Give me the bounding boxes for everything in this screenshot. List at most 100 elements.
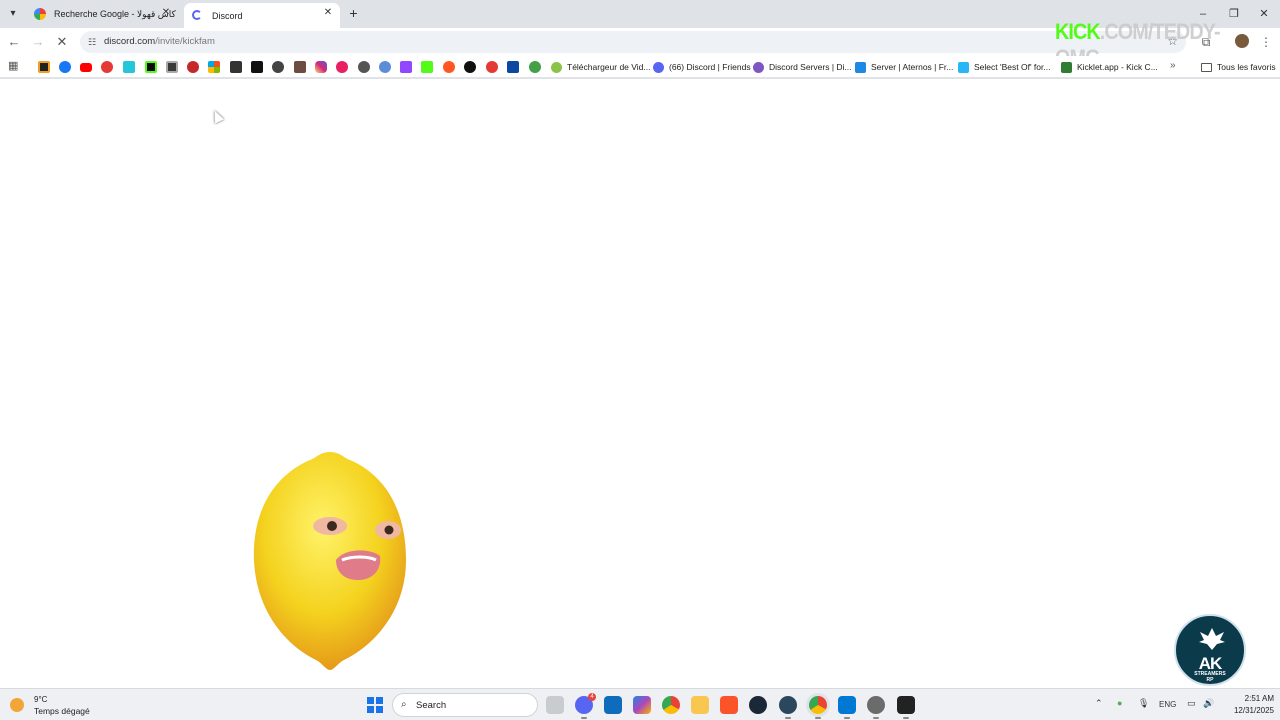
windows-logo-pane [367, 697, 374, 704]
bookmark-g-icon[interactable] [166, 61, 178, 73]
back-button[interactable]: ← [6, 34, 22, 50]
overlay-brand: KICK [1055, 19, 1101, 44]
close-tab-icon[interactable]: ✕ [160, 7, 172, 19]
bookmark-dark-circle-icon[interactable] [464, 61, 476, 73]
bookmark-best-of[interactable]: Select 'Best Of' for... [958, 60, 1050, 74]
steam-icon[interactable] [749, 696, 767, 714]
chrome-taskbar-icon[interactable] [662, 696, 680, 714]
bookmark-discord-friends[interactable]: (66) Discord | Friends [653, 60, 751, 74]
microphone-icon[interactable]: 🎙 [1138, 698, 1149, 709]
twitch-icon[interactable] [400, 61, 412, 73]
bookmark-label: Server | Aternos | Fr... [871, 62, 954, 72]
android-icon [551, 61, 562, 73]
ak-streamers-rp-logo: AK STREAMERS RP [1174, 614, 1246, 686]
loading-spinner-icon [192, 10, 202, 20]
browser-frame: ▾ Recherche Google - كاس قهولا ✕ Discord… [0, 0, 1280, 82]
bookmark-w-icon[interactable] [123, 61, 135, 73]
bow-icon [958, 61, 969, 73]
location-pin-icon[interactable] [358, 61, 370, 73]
bookmark-green-icon[interactable] [529, 61, 541, 73]
more-bookmarks-icon[interactable]: » [1170, 60, 1176, 71]
bookmark-label: Téléchargeur de Vid... [567, 62, 651, 72]
site-info-icon[interactable]: ☷ [86, 36, 98, 48]
bookmarks-bar: ▦ Téléchargeur de Vid... (66) Discord | … [0, 56, 1280, 78]
network-status-icon[interactable]: ● [1117, 698, 1122, 708]
folder-icon [1201, 62, 1212, 72]
bookmark-tiger-icon[interactable] [294, 61, 306, 73]
task-view-icon[interactable] [546, 696, 564, 714]
bookmark-discord-servers[interactable]: Discord Servers | Di... [753, 60, 852, 74]
lemon-character-image [253, 452, 406, 670]
weather-widget[interactable]: 9°C Temps dégagé [10, 693, 100, 717]
app-blue-icon[interactable] [838, 696, 856, 719]
youtube-icon[interactable] [80, 63, 92, 72]
new-tab-button[interactable]: + [346, 6, 361, 21]
url-path: /invite/kickfam [155, 36, 215, 47]
close-tab-icon[interactable]: ✕ [322, 7, 334, 19]
steam-2-icon[interactable] [779, 696, 797, 719]
bookmark-blue-icon[interactable] [507, 61, 519, 73]
discord-taskbar-icon[interactable]: 4 [575, 693, 596, 719]
notification-badge: 4 [588, 693, 596, 701]
weather-temp: 9°C [34, 695, 48, 704]
bookmark-orange-icon[interactable] [443, 61, 455, 73]
all-bookmarks-folder[interactable]: Tous les favoris [1201, 60, 1276, 74]
tab-label: Discord [212, 10, 243, 21]
search-label: Search [416, 700, 447, 711]
bookmark-globe2-icon[interactable] [379, 61, 391, 73]
file-explorer-icon[interactable] [691, 696, 709, 714]
logo-sub2-text: RP [1206, 677, 1214, 683]
bookmark-o-icon[interactable] [336, 61, 348, 73]
brave-icon[interactable] [720, 696, 738, 714]
bookmark-globe-icon[interactable] [272, 61, 284, 73]
windows-taskbar: 9°C Temps dégagé ⌕ Search 4 ⌃ ● 🎙 ENG ▭ … [0, 688, 1280, 720]
url-host: discord.com [104, 36, 156, 47]
system-clock[interactable]: 2:51 AM 12/31/2025 [1224, 693, 1274, 717]
all-bookmarks-label: Tous les favoris [1217, 62, 1276, 72]
forward-button[interactable]: → [30, 34, 46, 50]
huawei-icon[interactable] [486, 61, 498, 73]
address-bar[interactable]: ☷ discord.com/invite/kickfam ☆ [80, 31, 1186, 53]
tab-discord[interactable]: Discord ✕ [184, 3, 340, 28]
microsoft-icon[interactable] [208, 61, 220, 73]
chrome-active-icon[interactable] [809, 696, 827, 719]
language-indicator[interactable]: ENG [1159, 700, 1176, 709]
taskbar-search[interactable]: ⌕ Search [392, 693, 538, 717]
bookmark-label: Discord Servers | Di... [769, 62, 852, 72]
facebook-icon[interactable] [59, 61, 71, 73]
gamepad-icon[interactable] [187, 61, 199, 73]
copilot-icon[interactable] [633, 696, 651, 714]
url-text[interactable]: discord.com/invite/kickfam [104, 36, 215, 47]
volume-icon[interactable]: 🔊 [1203, 698, 1214, 709]
apps-grid-icon[interactable]: ▦ [8, 59, 20, 72]
show-hidden-icons-chevron-icon[interactable]: ⌃ [1095, 698, 1103, 709]
clock-time: 2:51 AM [1244, 694, 1274, 703]
bookmark-aternos[interactable]: Server | Aternos | Fr... [855, 60, 953, 74]
bookmark-label: Kicklet.app - Kick C... [1077, 62, 1158, 72]
moon-icon [10, 698, 24, 712]
bookmark-kicklet[interactable]: Kicklet.app - Kick C... [1061, 60, 1158, 74]
bookmark-icon-1[interactable] [38, 61, 50, 73]
close-window-button[interactable]: ✕ [1256, 6, 1272, 22]
bookmark-s-icon[interactable] [101, 61, 113, 73]
bookmark-x-icon[interactable] [230, 61, 242, 73]
bookmark-video-downloader[interactable]: Téléchargeur de Vid... [551, 60, 650, 74]
monitor-icon[interactable]: ▭ [1187, 698, 1196, 709]
kick-k-icon[interactable] [421, 61, 433, 73]
stop-loading-button[interactable]: ✕ [54, 34, 70, 50]
tab-google-search[interactable]: Recherche Google - كاس قهولا ✕ [26, 3, 178, 25]
tiktok-icon[interactable] [251, 61, 263, 73]
start-button[interactable] [367, 697, 383, 713]
bookmark-label: Select 'Best Of' for... [974, 62, 1051, 72]
kick-icon[interactable] [145, 61, 157, 73]
search-icon: ⌕ [401, 699, 407, 710]
tab-search-chevron-icon[interactable]: ▾ [5, 6, 21, 22]
instagram-icon[interactable] [315, 61, 327, 73]
google-icon [34, 8, 46, 20]
outlook-icon[interactable] [604, 696, 622, 714]
menu-kebab-icon[interactable]: ⋮ [1258, 34, 1274, 50]
epic-games-icon[interactable] [897, 696, 915, 719]
windows-logo-pane [367, 706, 374, 713]
obs-icon[interactable] [867, 696, 885, 719]
clock-date: 12/31/2025 [1233, 706, 1274, 715]
